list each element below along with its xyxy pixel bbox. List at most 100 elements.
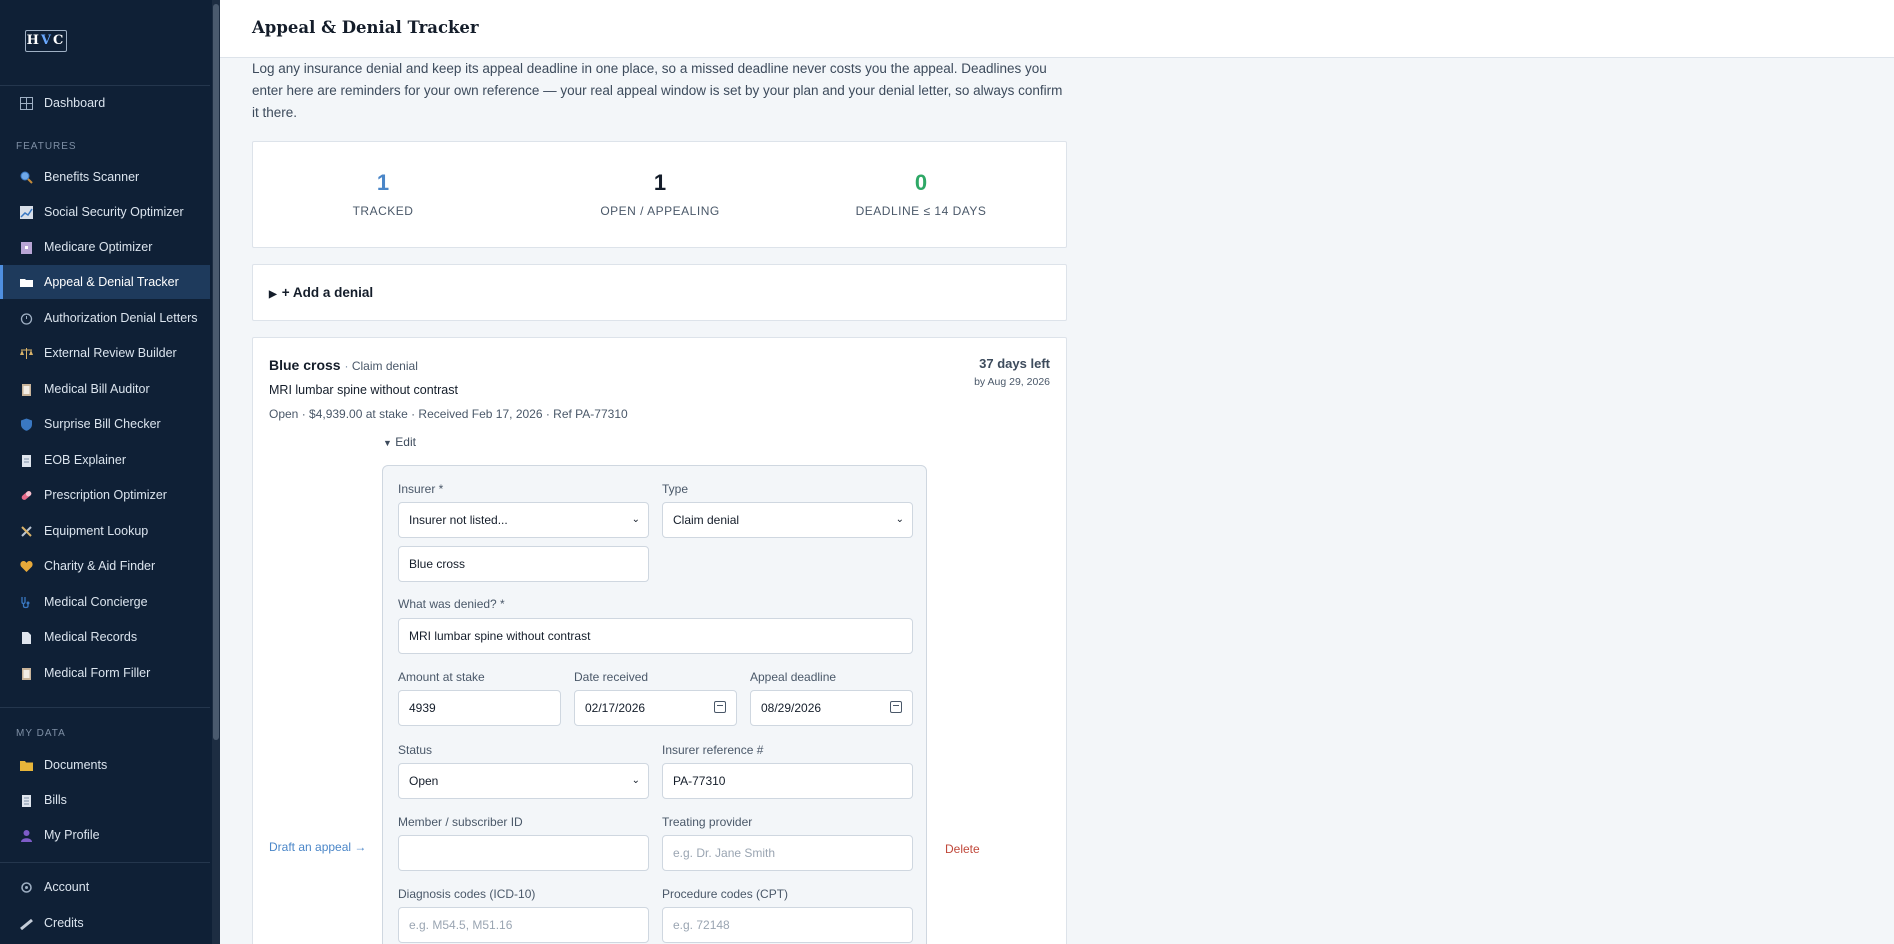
sidebar-item-label: EOB Explainer <box>44 453 126 467</box>
sidebar-item-my-profile[interactable]: My Profile <box>0 818 210 852</box>
deadline-date: by Aug 29, 2026 <box>974 376 1050 388</box>
status-label: Status <box>398 743 433 757</box>
denial-meta: Open · $4,939.00 at stake · Received Feb… <box>269 407 628 421</box>
sidebar-item-charity-aid-finder[interactable]: Charity & Aid Finder <box>0 549 210 583</box>
denial-item: MRI lumbar spine without contrast <box>269 383 458 397</box>
tools-icon <box>19 524 33 538</box>
sidebar: HVC Dashboard FEATURES Benefits Scanner … <box>0 0 220 944</box>
insurer-label: Insurer * <box>398 482 444 496</box>
chevron-down-icon: ⌄ <box>631 514 640 525</box>
sidebar-item-medicare-optimizer[interactable]: Medicare Optimizer <box>0 230 210 264</box>
deadline-date-input[interactable]: 08/29/2026 <box>750 690 913 726</box>
provider-input[interactable]: e.g. Dr. Jane Smith <box>662 835 913 871</box>
top-bar: Appeal & Denial Tracker <box>220 0 1894 58</box>
add-denial-label: + Add a denial <box>281 285 374 300</box>
type-select-value: Claim denial <box>673 513 740 527</box>
type-select[interactable]: Claim denial ⌄ <box>662 502 913 538</box>
sidebar-item-label: Medical Records <box>44 630 138 644</box>
denial-type: Claim denial <box>351 359 418 373</box>
sidebar-item-label: Surprise Bill Checker <box>44 417 161 431</box>
received-date-input[interactable]: 02/17/2026 <box>574 690 737 726</box>
delete-button[interactable]: Delete <box>945 842 980 856</box>
diagnosis-codes-input[interactable]: e.g. M54.5, M51.16 <box>398 907 649 943</box>
type-label: Type <box>662 482 689 496</box>
stat-tracked: 1 TRACKED <box>253 170 513 218</box>
diagnosis-codes-label: Diagnosis codes (ICD-10) <box>398 887 536 901</box>
insurer-select-value: Insurer not listed... <box>409 513 508 527</box>
add-denial-card[interactable]: ▶ + Add a denial <box>252 264 1067 321</box>
sidebar-item-medical-form-filler[interactable]: Medical Form Filler <box>0 656 210 690</box>
amount-input[interactable]: 4939 <box>398 690 561 726</box>
sidebar-item-equipment-lookup[interactable]: Equipment Lookup <box>0 514 210 548</box>
sidebar-item-appeal-denial-tracker[interactable]: Appeal & Denial Tracker <box>0 265 210 299</box>
mydata-section-label: MY DATA <box>16 728 66 739</box>
reference-input[interactable]: PA-77310 <box>662 763 913 799</box>
sidebar-item-bills[interactable]: Bills <box>0 783 210 817</box>
insurer-select[interactable]: Insurer not listed... ⌄ <box>398 502 649 538</box>
app-logo[interactable]: HVC <box>25 30 67 52</box>
magnifier-icon <box>19 170 33 184</box>
sidebar-item-medical-concierge[interactable]: Medical Concierge <box>0 585 210 619</box>
sidebar-item-eob-explainer[interactable]: EOB Explainer <box>0 443 210 477</box>
sidebar-divider <box>0 862 210 863</box>
sidebar-item-label: Social Security Optimizer <box>44 205 184 219</box>
calendar-icon[interactable] <box>714 701 726 713</box>
timer-icon <box>19 311 33 325</box>
pill-icon <box>19 488 33 502</box>
shield-icon <box>19 417 33 431</box>
sidebar-item-credits[interactable]: Credits <box>0 906 210 940</box>
building-icon <box>19 240 33 254</box>
status-select[interactable]: Open ⌄ <box>398 763 649 799</box>
procedure-codes-input[interactable]: e.g. 72148 <box>662 907 913 943</box>
sidebar-item-surprise-bill-checker[interactable]: Surprise Bill Checker <box>0 407 210 441</box>
sidebar-item-label: Benefits Scanner <box>44 170 140 184</box>
stat-label: TRACKED <box>352 204 414 218</box>
person-icon <box>19 828 33 842</box>
sidebar-item-label: Bills <box>44 793 67 807</box>
draft-appeal-link[interactable]: Draft an appeal → <box>269 840 366 854</box>
sidebar-item-account[interactable]: Account <box>0 870 210 904</box>
insurer-name-input[interactable]: Blue cross <box>398 546 649 582</box>
days-left: 37 days left <box>979 356 1050 371</box>
folder-yellow-icon <box>19 758 33 772</box>
deadline-date-value: 08/29/2026 <box>761 701 822 715</box>
sidebar-item-label: My Profile <box>44 828 100 842</box>
denied-label: What was denied? * <box>398 597 505 611</box>
sidebar-item-medical-bill-auditor[interactable]: Medical Bill Auditor <box>0 372 210 406</box>
sidebar-item-label: Credits <box>44 916 84 930</box>
stat-label: DEADLINE ≤ 14 DAYS <box>855 204 987 218</box>
sidebar-item-external-review-builder[interactable]: External Review Builder <box>0 336 210 370</box>
sidebar-item-medical-records[interactable]: Medical Records <box>0 620 210 654</box>
sidebar-item-documents[interactable]: Documents <box>0 748 210 782</box>
scrollbar-thumb[interactable] <box>213 4 219 740</box>
reference-label: Insurer reference # <box>662 743 764 757</box>
received-date-value: 02/17/2026 <box>585 701 646 715</box>
denied-input[interactable]: MRI lumbar spine without contrast <box>398 618 913 654</box>
deadline-label: Appeal deadline <box>750 670 837 684</box>
document-icon <box>19 453 33 467</box>
sidebar-item-label: Medical Concierge <box>44 595 148 609</box>
stat-deadline-14: 0 DEADLINE ≤ 14 DAYS <box>791 170 1051 218</box>
sidebar-scrollbar[interactable] <box>212 0 220 944</box>
sidebar-item-label: Medicare Optimizer <box>44 240 153 254</box>
denial-insurer: Blue cross <box>269 357 341 373</box>
member-id-input[interactable] <box>398 835 649 871</box>
sidebar-item-label: External Review Builder <box>44 346 177 360</box>
sidebar-item-dashboard[interactable]: Dashboard <box>0 86 210 120</box>
clipboard-icon <box>19 382 33 396</box>
sidebar-item-social-security-optimizer[interactable]: Social Security Optimizer <box>0 195 210 229</box>
scales-icon <box>19 346 33 360</box>
stat-open-appealing: 1 OPEN / APPEALING <box>530 170 790 218</box>
sidebar-item-authorization-denial-letters[interactable]: Authorization Denial Letters <box>0 301 210 335</box>
sidebar-item-label: Equipment Lookup <box>44 524 149 538</box>
edit-toggle[interactable]: ▼ Edit <box>383 435 416 449</box>
add-denial-toggle[interactable]: ▶ + Add a denial <box>269 285 373 300</box>
stat-value: 0 <box>914 170 928 195</box>
sidebar-item-prescription-optimizer[interactable]: Prescription Optimizer <box>0 478 210 512</box>
sidebar-item-benefits-scanner[interactable]: Benefits Scanner <box>0 160 210 194</box>
calendar-icon[interactable] <box>890 701 902 713</box>
folder-icon <box>19 275 33 289</box>
sidebar-item-label: Prescription Optimizer <box>44 488 167 502</box>
chevron-down-icon: ⌄ <box>895 514 904 525</box>
sidebar-item-label: Authorization Denial Letters <box>44 311 198 325</box>
